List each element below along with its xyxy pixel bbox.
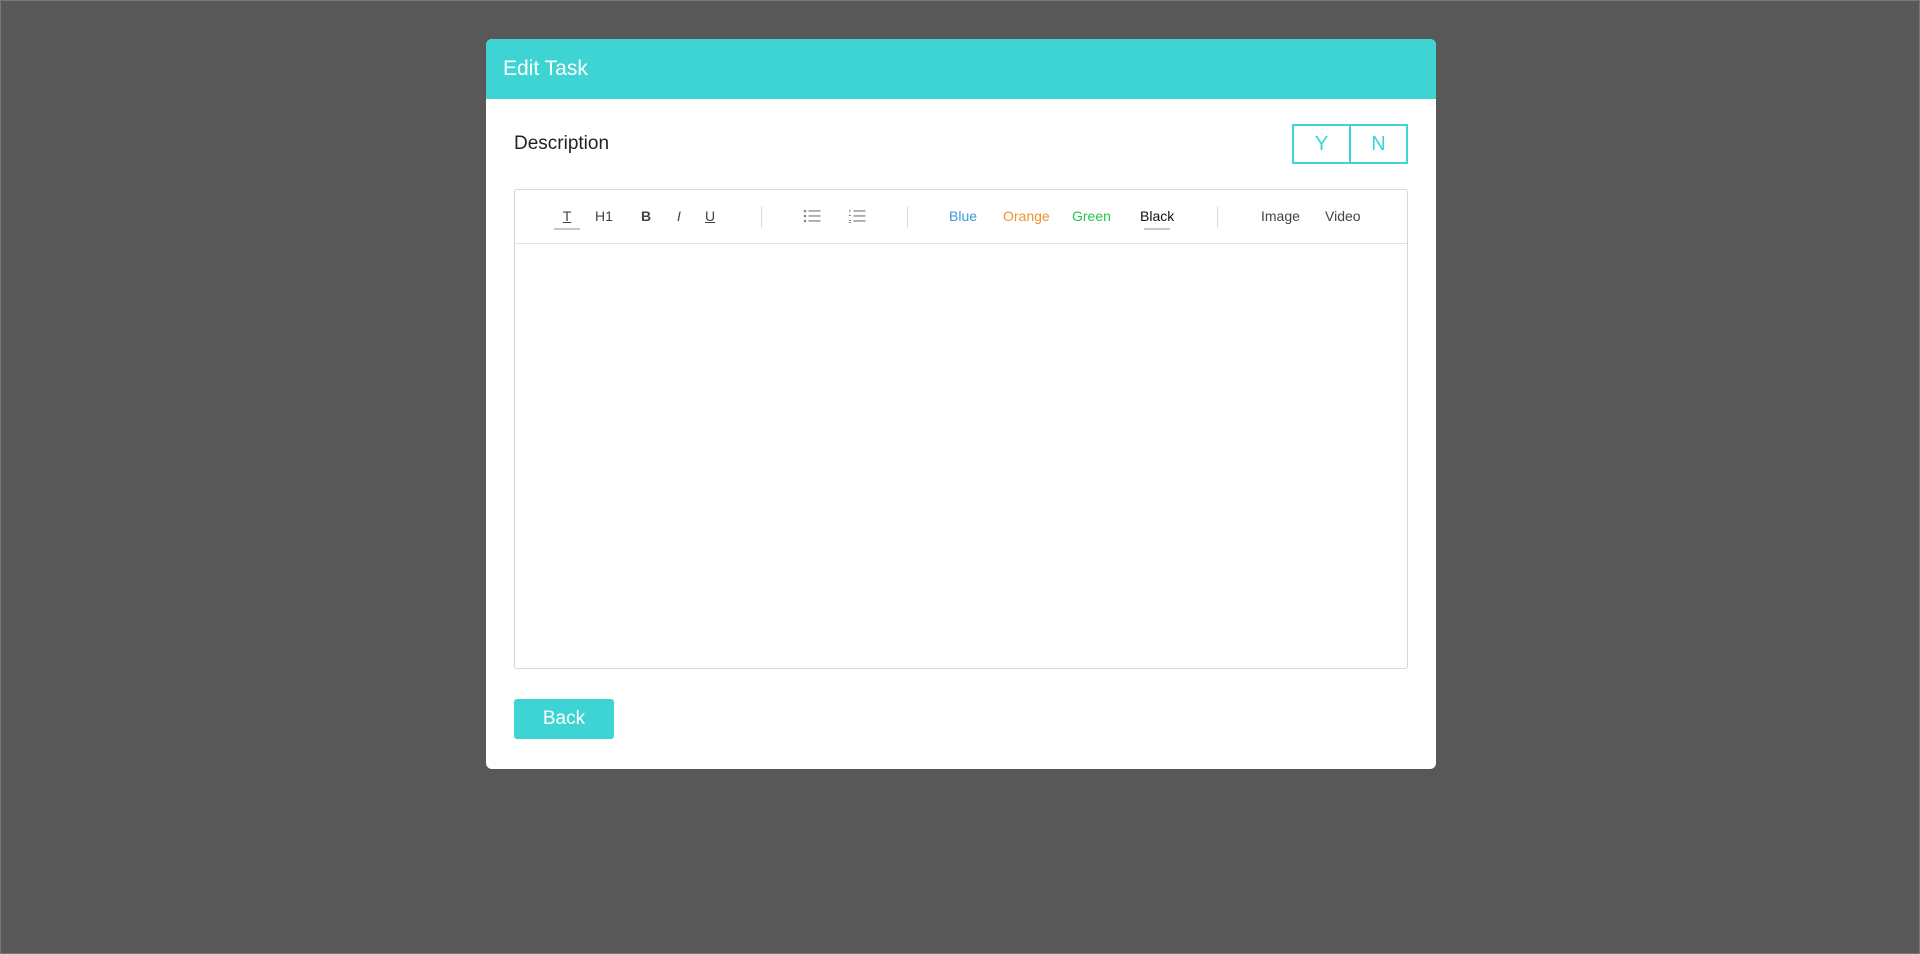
description-label: Description — [514, 133, 610, 154]
bulleted-list-icon — [803, 209, 821, 223]
bold-button[interactable]: B — [641, 190, 651, 242]
description-row: Description Y N — [514, 124, 1408, 164]
modal-title: Edit Task — [503, 57, 588, 80]
italic-button[interactable]: I — [677, 190, 681, 242]
insert-image-button[interactable]: Image — [1261, 190, 1300, 242]
color-orange-button[interactable]: Orange — [1003, 190, 1050, 242]
underline-button[interactable]: U — [705, 190, 715, 242]
editor-content-area[interactable] — [515, 244, 1407, 668]
editor-toolbar: T H1 B I U Blue Orange Green Black Image… — [515, 190, 1407, 244]
h1-button[interactable]: H1 — [595, 190, 613, 242]
yes-button[interactable]: Y — [1294, 126, 1349, 162]
modal-header: Edit Task — [486, 39, 1436, 99]
color-blue-button[interactable]: Blue — [949, 190, 977, 242]
rich-text-editor: T H1 B I U Blue Orange Green Black Image… — [514, 189, 1408, 669]
numbered-list-button[interactable] — [848, 190, 866, 242]
edit-task-modal: Edit Task Description Y N T H1 B I U Blu… — [486, 39, 1436, 769]
toolbar-divider — [907, 206, 908, 228]
bulleted-list-button[interactable] — [803, 190, 821, 242]
color-black-button[interactable]: Black — [1140, 190, 1174, 242]
toolbar-divider — [761, 206, 762, 228]
back-button[interactable]: Back — [514, 699, 614, 739]
page-backdrop: Edit Task Description Y N T H1 B I U Blu… — [0, 0, 1920, 954]
text-style-button[interactable]: T — [555, 190, 579, 242]
color-green-button[interactable]: Green — [1072, 190, 1111, 242]
yes-no-toggle: Y N — [1292, 124, 1408, 164]
numbered-list-icon — [848, 209, 866, 223]
toolbar-divider — [1217, 206, 1218, 228]
no-button[interactable]: N — [1349, 126, 1406, 162]
insert-video-button[interactable]: Video — [1325, 190, 1361, 242]
